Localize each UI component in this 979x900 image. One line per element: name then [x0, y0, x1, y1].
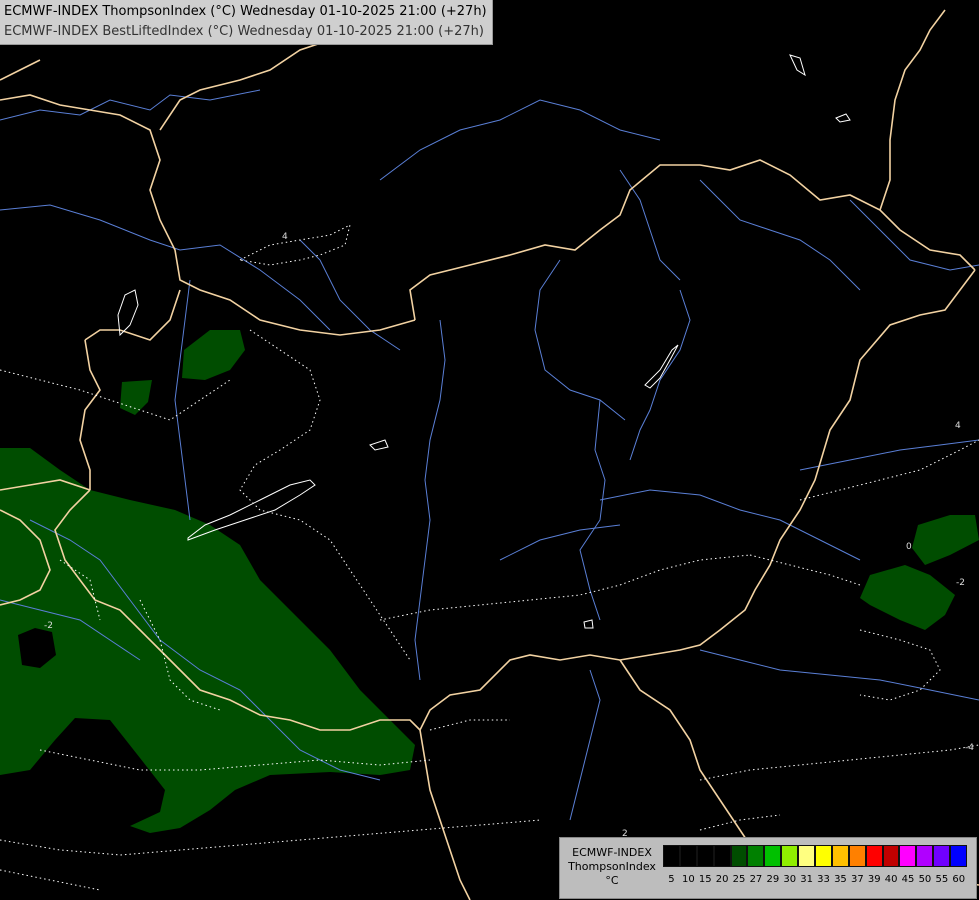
- legend-ticks: 5 10 15 20 25 27 29 30 31 33 35 37 39 40 45 50 55 60: [663, 874, 969, 888]
- legend-swatch: [696, 845, 714, 867]
- contour-label: -2: [44, 621, 53, 631]
- legend-tick-label: 39: [867, 874, 881, 885]
- legend-tick-label: 10: [681, 874, 695, 885]
- legend-swatch: [916, 845, 934, 867]
- legend-swatch: [882, 845, 900, 867]
- contour-label: 0: [906, 542, 912, 552]
- map-title-thompson: ECMWF-INDEX ThompsonIndex (°C) Wednesday…: [4, 4, 487, 19]
- legend-tick-label: 60: [952, 874, 966, 885]
- legend-swatch: [831, 845, 849, 867]
- legend-swatch: [679, 845, 697, 867]
- legend-swatches: [663, 845, 968, 867]
- legend-tick-label: 55: [935, 874, 949, 885]
- legend-tick-label: 37: [850, 874, 864, 885]
- legend-swatch: [950, 845, 968, 867]
- legend-swatch: [798, 845, 816, 867]
- legend-swatch: [764, 845, 782, 867]
- legend-title-line2: ThompsonIndex: [568, 860, 656, 873]
- legend-tick-label: 15: [698, 874, 712, 885]
- legend-swatch: [713, 845, 731, 867]
- legend-tick-label: 45: [901, 874, 915, 885]
- legend-swatch: [663, 845, 680, 867]
- legend-title-line1: ECMWF-INDEX: [572, 846, 652, 859]
- contour-label: 4: [955, 421, 961, 431]
- contour-label: 4: [282, 232, 288, 242]
- legend-swatch: [933, 845, 951, 867]
- legend-tick-label: 20: [715, 874, 729, 885]
- legend-tick-label: 35: [834, 874, 847, 885]
- legend-unit: °C: [605, 874, 619, 887]
- legend-tick-label: 50: [918, 874, 932, 885]
- map-title-box: ECMWF-INDEX ThompsonIndex (°C) Wednesday…: [0, 0, 493, 45]
- legend-tick-label: 30: [783, 874, 797, 885]
- legend-tick-label: 33: [817, 874, 830, 885]
- legend-swatch: [899, 845, 917, 867]
- legend-tick-label: 25: [732, 874, 746, 885]
- legend-tick-label: 29: [766, 874, 780, 885]
- map-title-lifted: ECMWF-INDEX BestLiftedIndex (°C) Wednesd…: [4, 24, 484, 39]
- legend-swatch: [865, 845, 883, 867]
- legend-tick-label: 31: [800, 874, 814, 885]
- contour-label: -2: [956, 578, 965, 588]
- legend-swatch: [781, 845, 799, 867]
- legend-tick-label: 40: [884, 874, 898, 885]
- legend-swatch: [815, 845, 832, 867]
- legend-tick-label: 5: [668, 874, 675, 885]
- legend-tick-label: 27: [749, 874, 763, 885]
- legend-swatch: [747, 845, 765, 867]
- contour-label: -4: [965, 743, 974, 753]
- color-legend: ECMWF-INDEX ThompsonIndex °C 5 10 15 20 25 27…: [559, 837, 977, 899]
- legend-swatch: [848, 845, 866, 867]
- legend-title: ECMWF-INDEX ThompsonIndex °C: [564, 846, 660, 888]
- weather-map: 4 -2 0 -2 2 -4 4: [0, 0, 979, 900]
- legend-swatch: [730, 845, 748, 867]
